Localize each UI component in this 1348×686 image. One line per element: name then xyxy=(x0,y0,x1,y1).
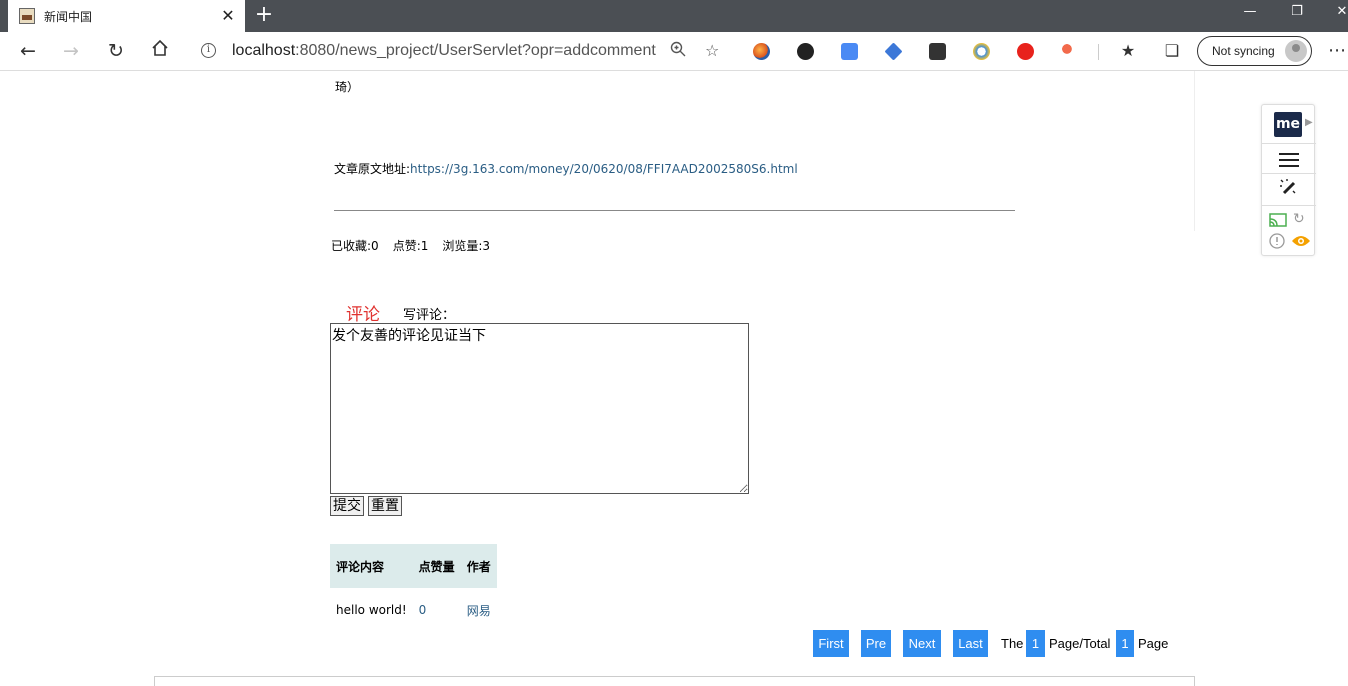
more-menu-icon[interactable]: ⋯ xyxy=(1328,40,1346,61)
header-likes: 点赞量 xyxy=(412,544,461,588)
write-comment-label: 写评论： xyxy=(403,308,456,323)
address-url[interactable]: localhost:8080/news_project/UserServlet?… xyxy=(232,42,656,60)
network-ext-icon[interactable] xyxy=(1061,43,1078,60)
favorites-icon[interactable]: ★ xyxy=(1116,39,1140,63)
cast-icon[interactable] xyxy=(1269,213,1287,231)
pager-the-label: The xyxy=(1001,636,1024,651)
home-icon[interactable] xyxy=(148,39,172,63)
content-right-border xyxy=(1194,71,1195,231)
pager-current-page: 1 xyxy=(1026,630,1045,657)
restore-icon[interactable]: ❐ xyxy=(1287,4,1307,19)
forward-icon[interactable]: → xyxy=(59,39,83,63)
compass-ext-icon[interactable] xyxy=(973,43,990,60)
tab-title: 新闻中国 xyxy=(44,10,93,24)
tab-close-icon[interactable]: ✕ xyxy=(219,6,237,25)
bookmark-ext-icon[interactable] xyxy=(884,42,903,61)
info-icon[interactable]: i xyxy=(201,43,216,58)
comment-textarea[interactable] xyxy=(330,323,749,494)
refresh-icon[interactable]: ↻ xyxy=(104,39,128,63)
address-bar[interactable]: i localhost:8080/news_project/UserServle… xyxy=(188,36,734,66)
translate-ext-icon[interactable] xyxy=(841,43,858,60)
collections-icon[interactable]: ❏ xyxy=(1160,39,1184,63)
article-stats: 已收藏:0 点赞:1 浏览量:3 xyxy=(331,237,504,254)
expand-arrow-icon[interactable]: ▶ xyxy=(1305,117,1313,128)
new-tab-button[interactable]: + xyxy=(254,4,274,26)
minimize-icon[interactable]: — xyxy=(1240,4,1260,19)
sync-button[interactable]: Not syncing xyxy=(1197,36,1312,66)
reset-button[interactable]: 重置 xyxy=(368,496,402,516)
footer-frame xyxy=(154,676,1195,686)
dark-ext-icon[interactable] xyxy=(797,43,814,60)
panel-divider xyxy=(1262,173,1316,174)
article-source: 文章原文地址:https://3g.163.com/money/20/0620/… xyxy=(334,160,798,177)
views-count: 浏览量:3 xyxy=(442,239,491,253)
table-row: hello world! 0 网易 xyxy=(330,588,497,632)
pager-last-button[interactable]: Last xyxy=(953,630,988,657)
me-logo-icon[interactable]: me xyxy=(1274,112,1302,137)
extension-side-panel: me ▶ ↻ xyxy=(1261,104,1316,256)
sync-label: Not syncing xyxy=(1212,44,1275,58)
panel-divider xyxy=(1262,205,1316,206)
eye-icon[interactable] xyxy=(1291,234,1311,252)
pager-page-label: Page xyxy=(1138,636,1169,651)
favorites-count: 已收藏:0 xyxy=(331,239,379,253)
reload-icon[interactable]: ↻ xyxy=(1293,211,1305,227)
source-label: 文章原文地址: xyxy=(334,162,411,176)
pager-total-pages: 1 xyxy=(1116,630,1134,657)
toolbar-separator xyxy=(1098,44,1099,60)
comment-heading: 评论 xyxy=(346,305,380,325)
submit-button[interactable]: 提交 xyxy=(330,496,364,516)
pager-total-label: Page/Total xyxy=(1049,636,1111,651)
magic-wand-icon[interactable] xyxy=(1278,177,1300,202)
alert-icon[interactable] xyxy=(1269,233,1285,253)
pager-pre-button[interactable]: Pre xyxy=(861,630,891,657)
comments-table: 评论内容 点赞量 作者 hello world! 0 网易 xyxy=(330,544,497,632)
back-icon[interactable]: ← xyxy=(16,39,40,63)
comment-content: hello world! xyxy=(336,603,407,617)
favorite-star-icon[interactable]: ☆ xyxy=(705,41,719,60)
site-favicon-icon xyxy=(19,8,35,24)
hamburger-menu-icon[interactable] xyxy=(1279,153,1299,167)
tab-strip: 新闻中国 ✕ + — ❐ ✕ xyxy=(0,0,1348,32)
avatar-icon xyxy=(1285,40,1307,62)
pager-next-button[interactable]: Next xyxy=(903,630,941,657)
likes-count[interactable]: 点赞:1 xyxy=(393,239,429,253)
window-close-icon[interactable]: ✕ xyxy=(1332,4,1348,19)
panel-divider xyxy=(1262,143,1316,144)
comment-author[interactable]: 网易 xyxy=(461,588,497,632)
browser-toolbar: ← → ↻ i localhost:8080/news_project/User… xyxy=(0,32,1348,71)
divider xyxy=(334,210,1015,211)
table-header-row: 评论内容 点赞量 作者 xyxy=(330,544,497,588)
header-author: 作者 xyxy=(460,544,497,588)
source-link[interactable]: https://3g.163.com/money/20/0620/08/FFI7… xyxy=(410,162,798,176)
zoom-icon[interactable] xyxy=(670,41,686,61)
comment-likes: 0 xyxy=(418,603,427,617)
firefox-ext-icon[interactable] xyxy=(753,43,770,60)
header-content: 评论内容 xyxy=(330,544,413,588)
page-content: 琦） 文章原文地址:https://3g.163.com/money/20/06… xyxy=(0,71,1348,686)
article-tail-text: 琦） xyxy=(335,80,360,94)
browser-tab[interactable]: 新闻中国 ✕ xyxy=(8,0,245,32)
opera-ext-icon[interactable] xyxy=(1017,43,1034,60)
pager-first-button[interactable]: First xyxy=(813,630,849,657)
x-ext-icon[interactable] xyxy=(929,43,946,60)
